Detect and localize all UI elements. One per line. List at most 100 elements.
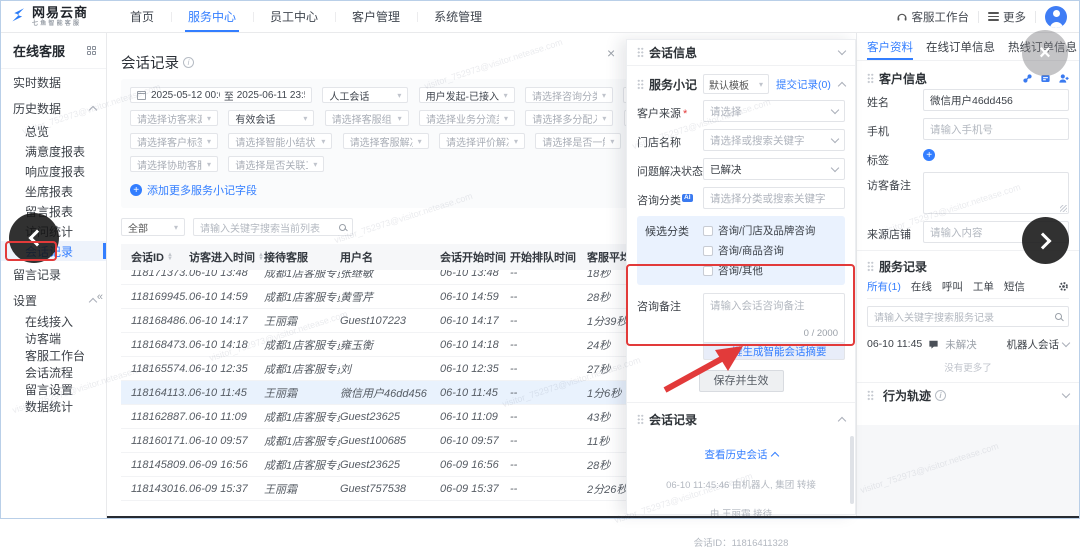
resolve-status-select[interactable]: 已解决 [703, 158, 845, 180]
scrollbar[interactable] [850, 436, 854, 504]
filter-one-shot-session[interactable]: 请选择是否一解会话 [535, 133, 621, 149]
next-nav-button[interactable] [1022, 217, 1069, 264]
prev-nav-button[interactable] [9, 213, 59, 263]
drag-handle-icon[interactable] [867, 390, 874, 401]
nav-customer-mgmt[interactable]: 客户管理 [335, 1, 417, 32]
service-tab-call[interactable]: 呼叫 [942, 279, 963, 294]
remark-textarea[interactable]: 请输入会话咨询备注 0 / 2000 [703, 293, 845, 343]
table-search-input[interactable]: 请输入关键字搜索当前列表 [193, 218, 353, 236]
template-select[interactable]: 默认模板 [703, 74, 769, 94]
tab-customer-profile[interactable]: 客户资料 [867, 33, 913, 60]
service-tab-sms[interactable]: 短信 [1004, 279, 1025, 294]
candidate-option[interactable]: 咨询/商品咨询 [703, 243, 815, 258]
chevron-up-icon[interactable] [838, 416, 846, 424]
drag-handle-icon[interactable] [867, 73, 874, 84]
workbench-link[interactable]: 客服工作台 [896, 9, 970, 25]
filter-valid-session[interactable]: 有效会话 [228, 110, 314, 126]
behavior-track-header[interactable]: 行为轨迹 [867, 383, 1069, 407]
sidebar-item-response-report[interactable]: 响应度报表 [1, 161, 106, 181]
sidebar-item-session-flow[interactable]: 会话流程 [1, 364, 106, 381]
filter-flow-type[interactable]: 请选择业务分流类型 [419, 110, 515, 126]
apps-grid-icon[interactable] [87, 46, 97, 56]
filter-consult-category[interactable]: 请选择咨询分类 [525, 87, 613, 103]
nav-home[interactable]: 首页 [113, 1, 171, 32]
service-search-input[interactable]: 请输入关键字搜索服务记录 [867, 306, 1069, 327]
chevron-down-icon[interactable] [1062, 389, 1070, 397]
gear-icon[interactable] [1058, 281, 1069, 292]
service-tab-online[interactable]: 在线 [911, 279, 932, 294]
filter-smart-note-status[interactable]: 请选择智能小结状态 [228, 133, 332, 149]
sidebar-item-online-access[interactable]: 在线接入 [1, 313, 106, 330]
filter-agent-group[interactable]: 请选择客服组 [325, 110, 409, 126]
visitor-note-textarea[interactable] [923, 172, 1069, 214]
filter-link-ticket[interactable]: 请选择是否关联工单 [228, 156, 324, 172]
filter-initiate-type[interactable]: 用户发起-已接入、 ... [419, 87, 515, 103]
col-start-time[interactable]: 会话开始时间 [440, 249, 510, 265]
session-record-header[interactable]: 会话记录 [637, 407, 845, 431]
phone-input[interactable]: 请输入手机号 [923, 118, 1069, 140]
sidebar-group-settings[interactable]: 设置 [1, 287, 106, 313]
col-username[interactable]: 用户名 [340, 249, 440, 265]
info-icon[interactable] [183, 57, 194, 68]
service-tab-ticket[interactable]: 工单 [973, 279, 994, 294]
save-button[interactable]: 保存并生效 [699, 370, 784, 392]
scope-select[interactable]: 全部 [121, 218, 185, 236]
service-record-row[interactable]: 06-10 11:45 未解决 机器人会话 [867, 334, 1069, 354]
merge-icon[interactable] [1022, 73, 1033, 84]
add-tag-icon[interactable] [923, 149, 935, 161]
sidebar-group-history-data[interactable]: 历史数据 [1, 95, 106, 121]
logo[interactable]: 网易云商 七鱼智能客服 [1, 6, 107, 27]
info-icon[interactable] [935, 390, 946, 401]
sidebar-item-satisfaction-report[interactable]: 满意度报表 [1, 141, 106, 161]
filter-multi-entry[interactable]: 请选择多分配入口 [525, 110, 613, 126]
nav-system-mgmt[interactable]: 系统管理 [417, 1, 499, 32]
drag-handle-icon[interactable] [637, 79, 644, 90]
filter-eval-resolve-status[interactable]: 请选择评价解决状态 [439, 133, 525, 149]
sidebar-item-visitor-client[interactable]: 访客端 [1, 330, 106, 347]
chevron-up-icon[interactable] [838, 81, 846, 89]
candidate-option[interactable]: 咨询/门店及品牌咨询 [703, 223, 815, 238]
chevron-down-icon[interactable] [838, 47, 846, 55]
candidate-option[interactable]: 咨询/其他 [703, 263, 815, 278]
checkbox-icon[interactable] [703, 266, 713, 276]
close-icon[interactable] [607, 45, 615, 61]
checkbox-icon[interactable] [703, 246, 713, 256]
sidebar-item-realtime-data[interactable]: 实时数据 [1, 69, 106, 95]
sidebar-item-message-records[interactable]: 留言记录 [1, 261, 106, 287]
ai-summary-button[interactable]: 一键生成智能会话摘要 [703, 343, 845, 360]
store-name-select[interactable]: 请选择或搜索关键字 [703, 129, 845, 151]
user-avatar[interactable] [1045, 6, 1067, 28]
filter-agent-resolve-status[interactable]: 请选择客服解决状态 [343, 133, 429, 149]
add-person-icon[interactable] [1058, 73, 1069, 84]
sidebar-item-message-settings[interactable]: 留言设置 [1, 381, 106, 398]
sidebar-collapse-icon[interactable] [97, 291, 103, 303]
col-session-id[interactable]: 会话ID [121, 249, 189, 265]
nav-staff-center[interactable]: 员工中心 [253, 1, 335, 32]
sidebar-item-agent-report[interactable]: 坐席报表 [1, 181, 106, 201]
drag-handle-icon[interactable] [867, 261, 874, 272]
drag-handle-icon[interactable] [637, 414, 644, 425]
checkbox-icon[interactable] [703, 226, 713, 236]
filter-customer-tag[interactable]: 请选择客户标签 [130, 133, 218, 149]
customer-source-select[interactable]: 请选择 [703, 100, 845, 122]
session-info-header[interactable]: 会话信息 [627, 40, 855, 66]
tab-online-orders[interactable]: 在线订单信息 [926, 33, 995, 60]
nav-service-center[interactable]: 服务中心 [171, 1, 253, 32]
date-range-picker[interactable]: 2025-05-12 00:00至2025-06-11 23:59 [130, 87, 312, 103]
service-tab-all[interactable]: 所有(1) [867, 279, 901, 294]
submit-records-link[interactable]: 提交记录(0) [776, 77, 831, 92]
col-queue-time[interactable]: 开始排队时间 [510, 249, 587, 265]
filter-session-type[interactable]: 人工会话 [322, 87, 408, 103]
filter-visitor-source[interactable]: 请选择访客来源 [130, 110, 218, 126]
more-menu[interactable]: 更多 [988, 9, 1026, 25]
sidebar-item-message-report[interactable]: 留言报表 [1, 201, 106, 221]
overlay-close-button[interactable] [1022, 30, 1068, 76]
col-agent[interactable]: 接待客服 [264, 249, 340, 265]
name-input[interactable]: 微信用户46dd456 [923, 89, 1069, 111]
sidebar-item-data-stats[interactable]: 数据统计 [1, 398, 106, 415]
view-history-link[interactable]: 查看历史会话 [637, 447, 845, 462]
consult-category-input[interactable]: 请选择分类或搜索关键字 [703, 187, 845, 209]
sidebar-item-overview[interactable]: 总览 [1, 121, 106, 141]
filter-assist-agent[interactable]: 请选择协助客服 [130, 156, 218, 172]
record-type-toggle[interactable]: 机器人会话 [1007, 337, 1070, 352]
